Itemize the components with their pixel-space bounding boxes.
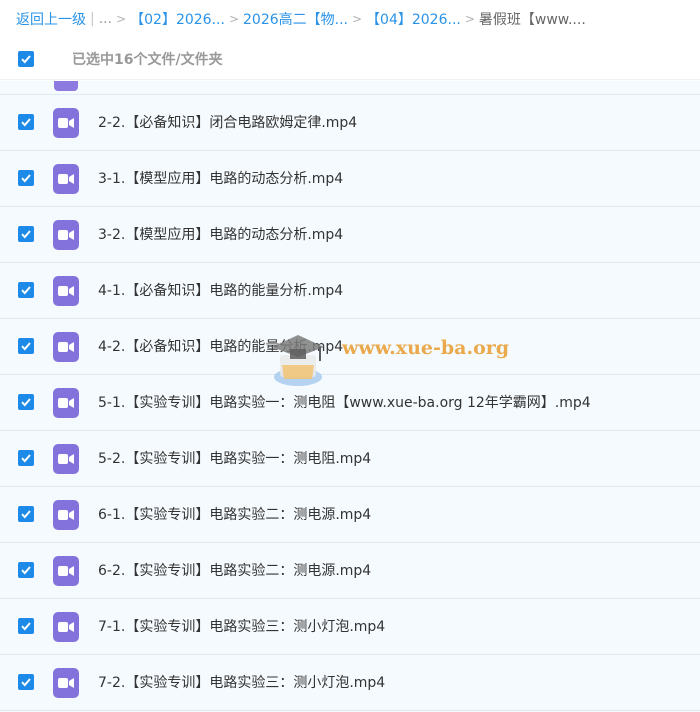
file-checkbox[interactable]	[18, 114, 34, 130]
video-camera-icon	[58, 622, 74, 632]
checkmark-icon	[21, 286, 31, 295]
video-file-icon	[54, 81, 78, 91]
breadcrumb-ellipsis[interactable]: ...	[99, 11, 112, 27]
video-file-icon	[53, 276, 79, 306]
video-file-icon	[53, 444, 79, 474]
list-item[interactable]: 4-2.【必备知识】电路的能量分析.mp4	[0, 319, 700, 375]
checkmark-icon	[21, 118, 31, 127]
list-item[interactable]: 5-2.【实验专训】电路实验一：测电阻.mp4	[0, 431, 700, 487]
breadcrumb-pipe: |	[90, 11, 95, 27]
breadcrumb: 返回上一级 | ... > 【02】2026... > 2026高二【物... …	[0, 0, 700, 38]
back-link[interactable]: 返回上一级	[16, 9, 86, 29]
video-camera-icon	[58, 398, 74, 408]
select-all-checkbox[interactable]	[18, 51, 34, 67]
breadcrumb-separator: >	[464, 12, 475, 26]
checkmark-icon	[21, 454, 31, 463]
file-name: 5-1.【实验专训】电路实验一：测电阻【www.xue-ba.org 12年学霸…	[98, 395, 591, 411]
video-camera-icon	[58, 230, 74, 240]
checkmark-icon	[21, 622, 31, 631]
file-checkbox[interactable]	[18, 618, 34, 634]
file-name: 7-2.【实验专训】电路实验三：测小灯泡.mp4	[98, 675, 386, 691]
breadcrumb-separator: >	[228, 12, 239, 26]
file-checkbox[interactable]	[18, 282, 34, 298]
file-checkbox[interactable]	[18, 674, 34, 690]
file-name: 2-2.【必备知识】闭合电路欧姆定律.mp4	[98, 115, 358, 131]
file-checkbox[interactable]	[18, 226, 34, 242]
video-camera-icon	[58, 118, 74, 128]
file-checkbox[interactable]	[18, 506, 34, 522]
checkmark-icon	[21, 174, 31, 183]
checkmark-icon	[21, 678, 31, 687]
video-file-icon	[53, 220, 79, 250]
file-name: 3-1.【模型应用】电路的动态分析.mp4	[98, 171, 344, 187]
file-name: 4-2.【必备知识】电路的能量分析.mp4	[98, 339, 344, 355]
checkmark-icon	[21, 55, 31, 64]
list-item[interactable]: 4-1.【必备知识】电路的能量分析.mp4	[0, 263, 700, 319]
list-item[interactable]: 6-2.【实验专训】电路实验二：测电源.mp4	[0, 543, 700, 599]
breadcrumb-item[interactable]: 2026高二【物...	[243, 9, 348, 29]
video-camera-icon	[58, 286, 74, 296]
list-item-partial	[0, 81, 700, 95]
list-item[interactable]: 3-2.【模型应用】电路的动态分析.mp4	[0, 207, 700, 263]
list-item[interactable]: 7-1.【实验专训】电路实验三：测小灯泡.mp4	[0, 599, 700, 655]
file-checkbox[interactable]	[18, 338, 34, 354]
video-file-icon	[53, 164, 79, 194]
checkmark-icon	[21, 566, 31, 575]
video-file-icon	[53, 332, 79, 362]
file-name: 6-2.【实验专训】电路实验二：测电源.mp4	[98, 563, 372, 579]
breadcrumb-separator: >	[116, 12, 127, 26]
file-name: 4-1.【必备知识】电路的能量分析.mp4	[98, 283, 344, 299]
list-item[interactable]: 2-2.【必备知识】闭合电路欧姆定律.mp4	[0, 95, 700, 151]
list-item[interactable]: 5-1.【实验专训】电路实验一：测电阻【www.xue-ba.org 12年学霸…	[0, 375, 700, 431]
video-file-icon	[53, 108, 79, 138]
file-name: 7-1.【实验专训】电路实验三：测小灯泡.mp4	[98, 619, 386, 635]
checkmark-icon	[21, 342, 31, 351]
checkmark-icon	[21, 230, 31, 239]
breadcrumb-separator: >	[351, 12, 363, 26]
video-camera-icon	[58, 174, 74, 184]
video-file-icon	[53, 668, 79, 698]
file-list[interactable]: 2-2.【必备知识】闭合电路欧姆定律.mp4 3-1.【模型应用】电路的动态分析.…	[0, 81, 700, 712]
video-file-icon	[53, 388, 79, 418]
list-item[interactable]: 6-1.【实验专训】电路实验二：测电源.mp4	[0, 487, 700, 543]
list-item[interactable]: 3-1.【模型应用】电路的动态分析.mp4	[0, 151, 700, 207]
file-name: 6-1.【实验专训】电路实验二：测电源.mp4	[98, 507, 372, 523]
file-checkbox[interactable]	[18, 170, 34, 186]
video-camera-icon	[58, 566, 74, 576]
file-name: 5-2.【实验专训】电路实验一：测电阻.mp4	[98, 451, 372, 467]
breadcrumb-item[interactable]: 【04】2026...	[366, 9, 461, 29]
breadcrumb-item[interactable]: 【02】2026...	[130, 9, 225, 29]
selection-header: 已选中16个文件/文件夹	[0, 38, 700, 80]
checkmark-icon	[21, 398, 31, 407]
video-camera-icon	[58, 342, 74, 352]
video-file-icon	[53, 612, 79, 642]
video-file-icon	[53, 556, 79, 586]
video-file-icon	[53, 500, 79, 530]
file-name: 3-2.【模型应用】电路的动态分析.mp4	[98, 227, 344, 243]
selection-count: 已选中16个文件/文件夹	[72, 51, 223, 68]
video-camera-icon	[58, 454, 74, 464]
video-camera-icon	[58, 510, 74, 520]
list-item[interactable]: 7-2.【实验专训】电路实验三：测小灯泡.mp4	[0, 655, 700, 711]
breadcrumb-current: 暑假班【www....	[478, 12, 586, 28]
video-camera-icon	[58, 678, 74, 688]
file-checkbox[interactable]	[18, 394, 34, 410]
checkmark-icon	[21, 510, 31, 519]
file-checkbox[interactable]	[18, 562, 34, 578]
file-checkbox[interactable]	[18, 450, 34, 466]
